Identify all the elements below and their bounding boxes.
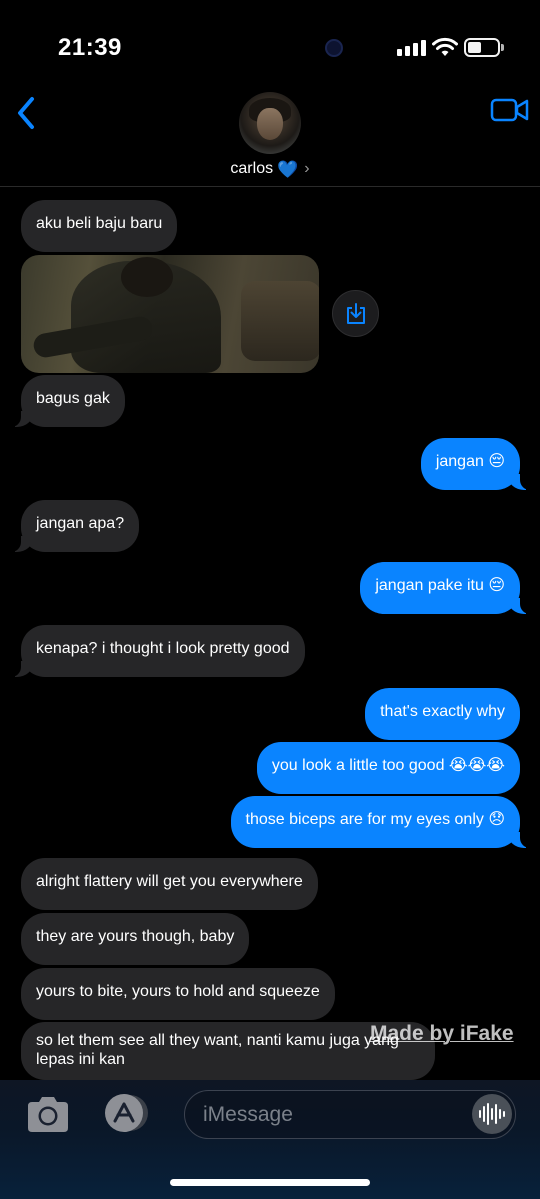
message-bubble-outgoing[interactable]: jangan pake itu 😔 — [360, 562, 530, 614]
message-bubble-outgoing[interactable]: jangan 😔 — [420, 438, 531, 490]
battery-icon — [464, 38, 500, 57]
cellular-signal-icon — [397, 40, 426, 56]
message-input-container[interactable] — [184, 1090, 516, 1139]
status-time: 21:39 — [58, 34, 122, 61]
message-bubble-incoming[interactable]: bagus gak — [11, 375, 125, 427]
message-bubble-outgoing[interactable]: those biceps are for my eyes only 😞 — [230, 796, 531, 848]
message-bubble-incoming[interactable]: they are yours though, baby — [21, 913, 250, 965]
chevron-right-icon: › — [304, 160, 310, 177]
save-download-icon — [346, 302, 365, 324]
message-photo[interactable] — [21, 255, 319, 373]
contact-avatar[interactable] — [239, 92, 301, 154]
app-store-icon — [105, 1094, 148, 1132]
header-divider — [0, 186, 540, 187]
message-bubble-outgoing[interactable]: that's exactly why — [365, 688, 520, 740]
contact-name-button[interactable]: carlos 💙 › — [0, 160, 540, 178]
video-camera-icon[interactable] — [490, 96, 530, 124]
message-bubble-incoming[interactable]: alright flattery will get you everywhere — [21, 858, 318, 910]
wifi-icon — [432, 37, 458, 56]
message-bubble-incoming[interactable]: kenapa? i thought i look pretty good — [11, 625, 305, 677]
waveform-icon[interactable] — [472, 1094, 512, 1134]
message-bubble-outgoing[interactable]: you look a little too good 😭😭😭 — [256, 742, 520, 794]
watermark-text: Made by iFake — [370, 1022, 514, 1045]
battery-tip — [501, 44, 504, 51]
status-bar: 21:39 — [0, 0, 540, 90]
save-photo-button[interactable] — [332, 290, 379, 337]
camera-icon[interactable] — [24, 1094, 72, 1134]
message-bubble-incoming[interactable]: jangan apa? — [10, 500, 140, 552]
message-input[interactable] — [203, 1091, 463, 1138]
message-bubble-incoming[interactable]: yours to bite, yours to hold and squeeze — [21, 968, 335, 1020]
home-indicator[interactable] — [170, 1179, 370, 1186]
back-button[interactable] — [8, 92, 44, 134]
chevron-left-icon — [18, 97, 34, 129]
message-bubble-incoming[interactable]: aku beli baju baru — [21, 200, 178, 252]
blue-heart-emoji: 💙 — [277, 159, 299, 179]
contact-name: carlos — [230, 160, 274, 177]
dynamic-island-indicator-icon — [325, 39, 343, 57]
app-store-button[interactable] — [101, 1092, 153, 1134]
